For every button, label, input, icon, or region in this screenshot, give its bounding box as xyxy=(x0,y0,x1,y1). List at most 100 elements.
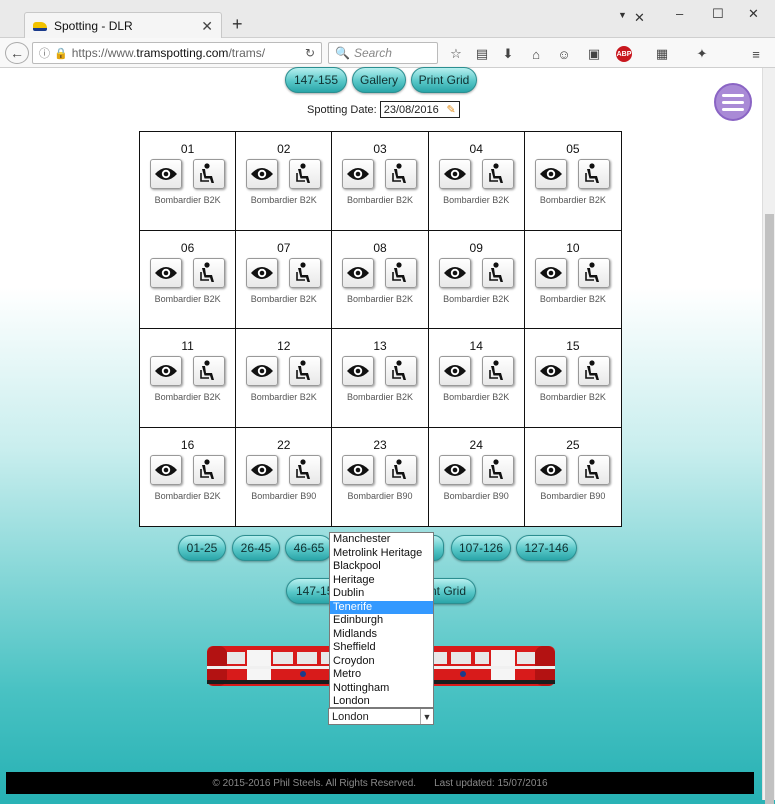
maximize-button[interactable]: ☐ xyxy=(712,6,724,22)
eye-icon[interactable] xyxy=(150,454,183,485)
tram-cell-24: 24 Bombardier B90 xyxy=(429,427,525,526)
eye-icon[interactable] xyxy=(438,257,471,288)
eye-icon[interactable] xyxy=(150,159,183,189)
dropdown-option[interactable]: Heritage xyxy=(330,574,433,588)
dropdown-option[interactable]: London xyxy=(330,695,433,709)
prev-range-button[interactable]: 147-155 xyxy=(285,67,347,93)
seat-icon[interactable] xyxy=(193,257,226,288)
eye-icon[interactable] xyxy=(342,454,375,485)
emoji-icon[interactable]: ☺ xyxy=(556,46,572,62)
dropdown-option[interactable]: Tenerife xyxy=(330,600,433,614)
dropdown-option[interactable]: Metrolink Heritage xyxy=(330,547,433,561)
seat-icon[interactable] xyxy=(578,159,611,189)
tram-number: 15 xyxy=(566,339,580,353)
tab-list-icon[interactable]: ▼ xyxy=(618,10,627,20)
seat-icon[interactable] xyxy=(385,257,418,288)
range-107-126-button[interactable]: 107-126 xyxy=(451,535,511,561)
seat-icon[interactable] xyxy=(578,454,611,485)
menu-icon[interactable]: ≡ xyxy=(748,46,764,62)
seat-icon[interactable] xyxy=(193,159,226,189)
seat-icon[interactable] xyxy=(578,356,611,386)
seat-icon[interactable] xyxy=(289,257,322,288)
eye-icon[interactable] xyxy=(535,356,568,386)
tram-model: Bombardier B2K xyxy=(539,392,606,402)
eye-icon[interactable] xyxy=(438,159,471,189)
range-127-146-button[interactable]: 127-146 xyxy=(516,535,577,561)
seat-icon[interactable] xyxy=(385,159,418,189)
close-tab-icon[interactable]: ✕ xyxy=(201,18,213,35)
private-x-icon[interactable]: ✕ xyxy=(634,10,645,26)
adblock-icon[interactable]: ABP xyxy=(616,46,632,62)
tram-number: 14 xyxy=(469,339,483,353)
dropdown-option[interactable]: Midlands xyxy=(330,628,433,642)
eye-icon[interactable] xyxy=(246,356,279,386)
info-icon[interactable]: ⓘ xyxy=(39,45,50,61)
chevron-down-icon[interactable]: ▼ xyxy=(420,709,433,724)
dropdown-option[interactable]: Dublin xyxy=(330,587,433,601)
tram-number: 03 xyxy=(373,142,387,156)
dropdown-option[interactable]: Edinburgh xyxy=(330,614,433,628)
minimize-button[interactable]: – xyxy=(676,6,683,21)
seat-icon[interactable] xyxy=(385,356,418,386)
seat-icon[interactable] xyxy=(289,356,322,386)
network-dropdown-list[interactable]: Manchester Metrolink Heritage Blackpool Her… xyxy=(329,532,434,708)
seat-icon[interactable] xyxy=(481,257,514,288)
range-46-65-button[interactable]: 46-65 xyxy=(285,535,333,561)
seat-icon[interactable] xyxy=(385,454,418,485)
eye-icon[interactable] xyxy=(342,257,375,288)
range-01-25-button[interactable]: 01-25 xyxy=(178,535,226,561)
back-arrow-icon[interactable]: ← xyxy=(5,42,29,64)
seat-icon[interactable] xyxy=(289,159,322,189)
close-window-button[interactable]: ✕ xyxy=(748,6,759,22)
search-input[interactable]: 🔍 Search xyxy=(328,42,438,64)
eye-icon[interactable] xyxy=(535,257,568,288)
seat-icon[interactable] xyxy=(289,454,322,485)
eye-icon[interactable] xyxy=(342,356,375,386)
new-tab-button[interactable]: + xyxy=(232,14,243,35)
network-select[interactable]: London ▼ xyxy=(328,708,434,725)
page-scrollbar[interactable] xyxy=(762,68,775,804)
seat-icon[interactable] xyxy=(481,159,514,189)
seat-icon[interactable] xyxy=(481,454,514,485)
print-grid-button[interactable]: Print Grid xyxy=(411,67,477,93)
reload-icon[interactable]: ↻ xyxy=(305,46,315,60)
range-26-45-button[interactable]: 26-45 xyxy=(232,535,280,561)
eye-icon[interactable] xyxy=(246,454,279,485)
seat-icon[interactable] xyxy=(578,257,611,288)
eye-icon[interactable] xyxy=(438,356,471,386)
seat-icon[interactable] xyxy=(481,356,514,386)
tram-cell-02: 02 Bombardier B2K xyxy=(236,132,333,231)
eye-icon[interactable] xyxy=(246,257,279,288)
reading-list-icon[interactable]: ▤ xyxy=(474,46,490,62)
seat-icon[interactable] xyxy=(193,356,226,386)
dropdown-option[interactable]: Croydon xyxy=(330,655,433,669)
eye-icon[interactable] xyxy=(342,159,375,189)
dropdown-option[interactable]: Metro xyxy=(330,668,433,682)
eye-icon[interactable] xyxy=(438,454,471,485)
eye-icon[interactable] xyxy=(535,159,568,189)
spotting-date-input[interactable]: 23/08/2016 ✎ xyxy=(379,101,460,118)
eye-icon[interactable] xyxy=(246,159,279,189)
dropdown-option[interactable]: Blackpool xyxy=(330,560,433,574)
eye-icon[interactable] xyxy=(150,356,183,386)
browser-tab[interactable]: Spotting - DLR ✕ xyxy=(24,12,222,39)
hotspot-icon[interactable]: ✦ xyxy=(694,46,710,62)
scrollbar-thumb[interactable] xyxy=(765,214,774,804)
home-icon[interactable]: ⌂ xyxy=(528,46,544,62)
eye-icon[interactable] xyxy=(535,454,568,485)
gallery-button[interactable]: Gallery xyxy=(352,67,406,93)
download-icon[interactable]: ⬇ xyxy=(500,46,516,62)
seat-icon[interactable] xyxy=(193,454,226,485)
dropdown-option[interactable]: Manchester xyxy=(330,533,433,547)
eye-icon[interactable] xyxy=(150,257,183,288)
tram-model: Bombardier B2K xyxy=(154,293,221,304)
pencil-icon[interactable]: ✎ xyxy=(447,103,456,116)
hamburger-menu-icon[interactable] xyxy=(714,83,752,121)
url-text: https://www.tramspotting.com/trams/ xyxy=(71,46,266,60)
color-extension-icon[interactable]: ▦ xyxy=(654,46,670,62)
address-bar[interactable]: ⓘ 🔒 https://www.tramspotting.com/trams/ … xyxy=(32,42,322,64)
bookmark-star-icon[interactable]: ☆ xyxy=(448,46,464,62)
dropdown-option[interactable]: Sheffield xyxy=(330,641,433,655)
extension-icon[interactable]: ▣ xyxy=(586,46,602,62)
dropdown-option[interactable]: Nottingham xyxy=(330,682,433,696)
